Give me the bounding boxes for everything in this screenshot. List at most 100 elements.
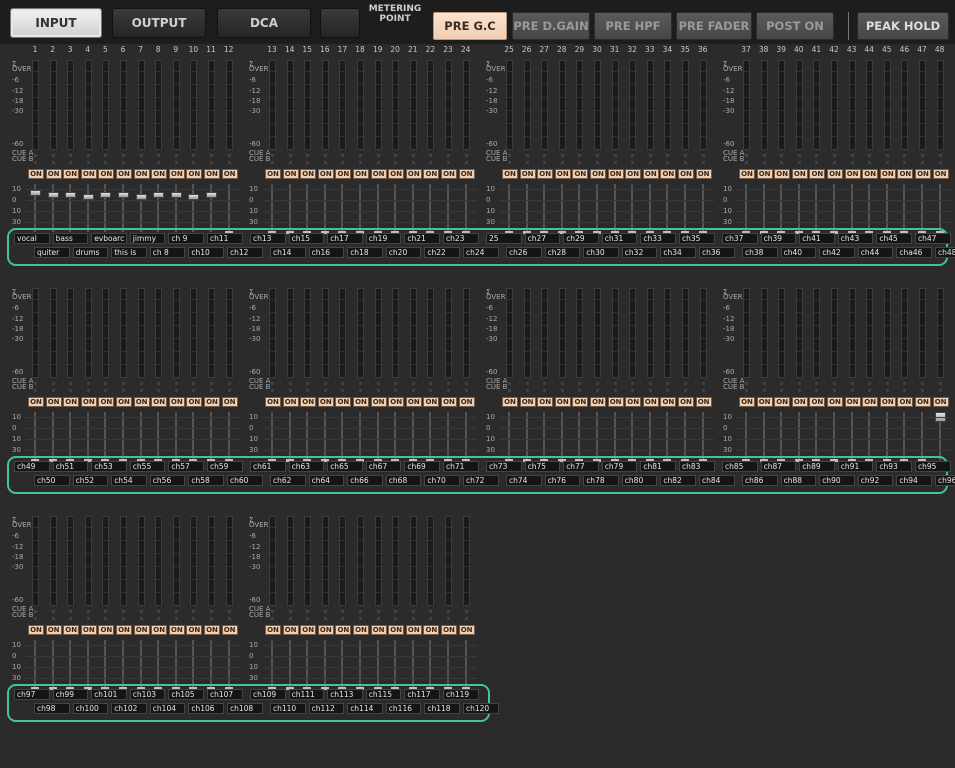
channel-name-label[interactable]: ch100 xyxy=(72,703,109,714)
channel-name-label[interactable]: ch92 xyxy=(857,475,894,486)
channel-name-label[interactable]: ch26 xyxy=(506,247,542,258)
channel-on-button[interactable]: ON xyxy=(642,169,659,179)
channel-on-button[interactable]: ON xyxy=(827,397,843,407)
channel-on-button[interactable]: ON xyxy=(519,169,536,179)
channel-name-label[interactable]: ch31 xyxy=(601,233,638,244)
channel-name-label[interactable]: ch35 xyxy=(679,233,715,244)
channel-on-button[interactable]: ON xyxy=(116,169,132,179)
channel-on-button[interactable]: ON xyxy=(897,169,914,179)
channel-on-button[interactable]: ON xyxy=(405,625,422,635)
channel-on-button[interactable]: ON xyxy=(590,169,606,179)
channel-on-button[interactable]: ON xyxy=(168,169,185,179)
channel-name-label[interactable]: ch110 xyxy=(270,703,306,714)
channel-on-button[interactable]: ON xyxy=(353,169,369,179)
channel-name-label[interactable]: ch64 xyxy=(308,475,345,486)
channel-name-label[interactable]: ch73 xyxy=(486,461,522,472)
fader-knob[interactable] xyxy=(100,192,112,198)
channel-name-label[interactable]: ch18 xyxy=(347,247,383,258)
channel-name-label[interactable]: ch119 xyxy=(443,689,479,700)
channel-name-label[interactable]: ch15 xyxy=(288,233,325,244)
channel-name-label[interactable]: ch23 xyxy=(443,233,479,244)
channel-on-button[interactable]: ON xyxy=(317,625,334,635)
channel-on-button[interactable]: ON xyxy=(353,397,369,407)
channel-name-label[interactable]: ch22 xyxy=(424,247,460,258)
channel-name-label[interactable]: ch51 xyxy=(52,461,89,472)
channel-name-label[interactable]: ch106 xyxy=(188,703,224,714)
channel-name-label[interactable]: bass xyxy=(52,233,89,244)
channel-on-button[interactable]: ON xyxy=(554,397,571,407)
channel-name-label[interactable]: ch42 xyxy=(819,247,855,258)
channel-name-label[interactable]: ch59 xyxy=(207,461,243,472)
post-on-button[interactable]: POST ON xyxy=(756,12,834,40)
channel-name-label[interactable]: ch11 xyxy=(207,233,243,244)
channel-name-label[interactable]: ch 9 xyxy=(168,233,204,244)
channel-name-label[interactable]: ch68 xyxy=(385,475,422,486)
channel-on-button[interactable]: ON xyxy=(282,397,299,407)
channel-name-label[interactable]: ch43 xyxy=(837,233,874,244)
channel-on-button[interactable]: ON xyxy=(317,397,334,407)
channel-name-label[interactable]: ch40 xyxy=(780,247,817,258)
channel-on-button[interactable]: ON xyxy=(423,169,440,179)
channel-on-button[interactable]: ON xyxy=(756,169,773,179)
channel-name-label[interactable]: ch48 xyxy=(935,247,955,258)
channel-name-label[interactable]: ch71 xyxy=(443,461,479,472)
channel-on-button[interactable]: ON xyxy=(151,397,168,407)
channel-name-label[interactable]: ch86 xyxy=(742,475,778,486)
channel-name-label[interactable]: ch101 xyxy=(91,689,127,700)
channel-name-label[interactable]: ch57 xyxy=(168,461,204,472)
channel-on-button[interactable]: ON xyxy=(300,625,317,635)
channel-name-label[interactable]: ch74 xyxy=(506,475,542,486)
channel-on-button[interactable]: ON xyxy=(204,625,220,635)
channel-on-button[interactable]: ON xyxy=(80,169,97,179)
channel-name-label[interactable]: quiter xyxy=(34,247,70,258)
channel-on-button[interactable]: ON xyxy=(186,397,203,407)
channel-on-button[interactable]: ON xyxy=(221,169,238,179)
channel-name-label[interactable]: ch36 xyxy=(699,247,735,258)
channel-on-button[interactable]: ON xyxy=(186,169,203,179)
channel-name-label[interactable]: ch90 xyxy=(819,475,855,486)
channel-name-label[interactable]: ch93 xyxy=(876,461,912,472)
channel-name-label[interactable]: ch84 xyxy=(699,475,735,486)
channel-on-button[interactable]: ON xyxy=(388,169,405,179)
channel-on-button[interactable]: ON xyxy=(300,169,317,179)
channel-on-button[interactable]: ON xyxy=(28,169,44,179)
channel-on-button[interactable]: ON xyxy=(502,397,518,407)
channel-name-label[interactable]: ch21 xyxy=(404,233,440,244)
channel-name-label[interactable]: 25 xyxy=(486,233,522,244)
channel-on-button[interactable]: ON xyxy=(204,169,220,179)
channel-name-label[interactable]: ch85 xyxy=(722,461,758,472)
channel-name-label[interactable]: vocal xyxy=(14,233,50,244)
channel-name-label[interactable]: ch98 xyxy=(34,703,70,714)
peak-hold-button[interactable]: PEAK HOLD xyxy=(857,12,949,40)
fader-knob[interactable] xyxy=(118,192,129,198)
channel-name-label[interactable]: ch63 xyxy=(288,461,325,472)
channel-on-button[interactable]: ON xyxy=(879,169,896,179)
channel-name-label[interactable]: ch96 xyxy=(935,475,955,486)
channel-name-label[interactable]: ch60 xyxy=(227,475,263,486)
channel-on-button[interactable]: ON xyxy=(642,397,659,407)
channel-name-label[interactable]: ch70 xyxy=(424,475,460,486)
channel-on-button[interactable]: ON xyxy=(678,397,694,407)
channel-name-label[interactable]: ch107 xyxy=(207,689,243,700)
channel-on-button[interactable]: ON xyxy=(133,625,150,635)
channel-on-button[interactable]: ON xyxy=(879,397,896,407)
channel-on-button[interactable]: ON xyxy=(897,397,914,407)
channel-name-label[interactable]: ch54 xyxy=(111,475,147,486)
channel-name-label[interactable]: ch28 xyxy=(544,247,581,258)
channel-on-button[interactable]: ON xyxy=(28,397,44,407)
channel-on-button[interactable]: ON xyxy=(695,169,712,179)
channel-name-label[interactable]: ch116 xyxy=(385,703,422,714)
channel-name-label[interactable]: ch114 xyxy=(347,703,383,714)
channel-name-label[interactable]: ch67 xyxy=(365,461,402,472)
channel-on-button[interactable]: ON xyxy=(915,169,931,179)
channel-on-button[interactable]: ON xyxy=(607,397,624,407)
channel-name-label[interactable]: ch113 xyxy=(327,689,363,700)
channel-on-button[interactable]: ON xyxy=(221,625,238,635)
channel-on-button[interactable]: ON xyxy=(405,169,422,179)
channel-name-label[interactable]: ch117 xyxy=(404,689,440,700)
channel-name-label[interactable]: ch83 xyxy=(679,461,715,472)
channel-name-label[interactable]: ch102 xyxy=(111,703,147,714)
channel-on-button[interactable]: ON xyxy=(441,169,457,179)
channel-name-label[interactable]: ch61 xyxy=(250,461,286,472)
channel-on-button[interactable]: ON xyxy=(388,625,405,635)
